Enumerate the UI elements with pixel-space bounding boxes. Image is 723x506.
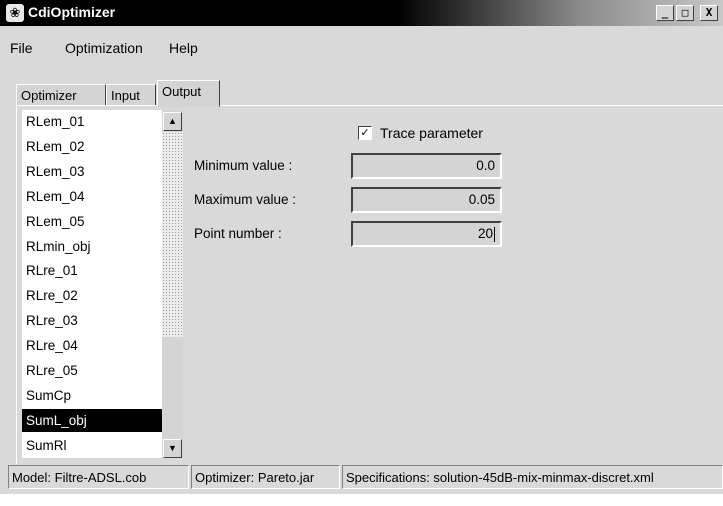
scroll-up-icon[interactable]: ▲ (163, 112, 182, 131)
minimize-button[interactable]: _ (656, 5, 674, 21)
point-number-field[interactable]: 20 (351, 221, 502, 247)
status-specifications: Specifications: solution-45dB-mix-minmax… (342, 465, 723, 489)
menu-help[interactable]: Help (169, 40, 198, 56)
menu-optimization[interactable]: Optimization (65, 40, 143, 56)
scroll-down-icon[interactable]: ▼ (163, 439, 182, 458)
menu-file[interactable]: File (10, 40, 33, 56)
scroll-track[interactable] (162, 132, 183, 337)
list-scrollbar[interactable]: ▲ ▼ (162, 110, 183, 458)
text-caret (494, 226, 495, 242)
tab-optimizer[interactable]: Optimizer (16, 84, 106, 106)
list-item[interactable]: SumCp (22, 384, 164, 407)
minimum-value-label: Minimum value : (194, 158, 293, 173)
tab-input[interactable]: Input (106, 84, 156, 106)
close-button[interactable]: X (700, 5, 718, 21)
point-number-label: Point number : (194, 226, 282, 241)
list-item[interactable]: RLem_05 (22, 210, 164, 233)
list-item[interactable]: RLre_04 (22, 334, 164, 357)
trace-parameter-label: Trace parameter (380, 125, 483, 141)
list-item[interactable]: RLre_01 (22, 259, 164, 282)
status-model: Model: Filtre-ADSL.cob (8, 465, 189, 489)
list-item[interactable]: RLem_02 (22, 135, 164, 158)
list-item-selected[interactable]: SumL_obj (22, 409, 164, 432)
app-window: ❀ CdiOptimizer _ □ X File Optimization H… (0, 0, 723, 494)
list-item[interactable]: SumRl (22, 434, 164, 457)
maximize-button[interactable]: □ (676, 5, 694, 21)
list-item[interactable]: RLre_02 (22, 284, 164, 307)
app-icon[interactable]: ❀ (6, 4, 24, 22)
menu-bar: File Optimization Help (0, 26, 723, 62)
list-item[interactable]: RLem_01 (22, 110, 164, 133)
list-item[interactable]: RLem_03 (22, 160, 164, 183)
maximum-value-label: Maximum value : (194, 192, 297, 207)
title-bar[interactable]: ❀ CdiOptimizer _ □ X (0, 0, 723, 26)
list-item[interactable]: RLre_05 (22, 359, 164, 382)
list-item[interactable]: RLem_04 (22, 185, 164, 208)
status-bar: Model: Filtre-ADSL.cob Optimizer: Pareto… (0, 462, 723, 492)
status-optimizer: Optimizer: Pareto.jar (191, 465, 340, 489)
point-number-value: 20 (477, 226, 493, 241)
window-title: CdiOptimizer (28, 4, 116, 20)
list-item[interactable]: RLmin_obj (22, 235, 164, 258)
list-item[interactable]: RLre_03 (22, 309, 164, 332)
minimum-value-field[interactable]: 0.0 (351, 153, 502, 179)
maximum-value-field[interactable]: 0.05 (351, 187, 502, 213)
parameter-list[interactable]: RLem_01 RLem_02 RLem_03 RLem_04 RLem_05 … (22, 110, 164, 458)
tab-output[interactable]: Output (157, 80, 220, 107)
trace-parameter-checkbox[interactable]: ✓ (358, 126, 372, 140)
